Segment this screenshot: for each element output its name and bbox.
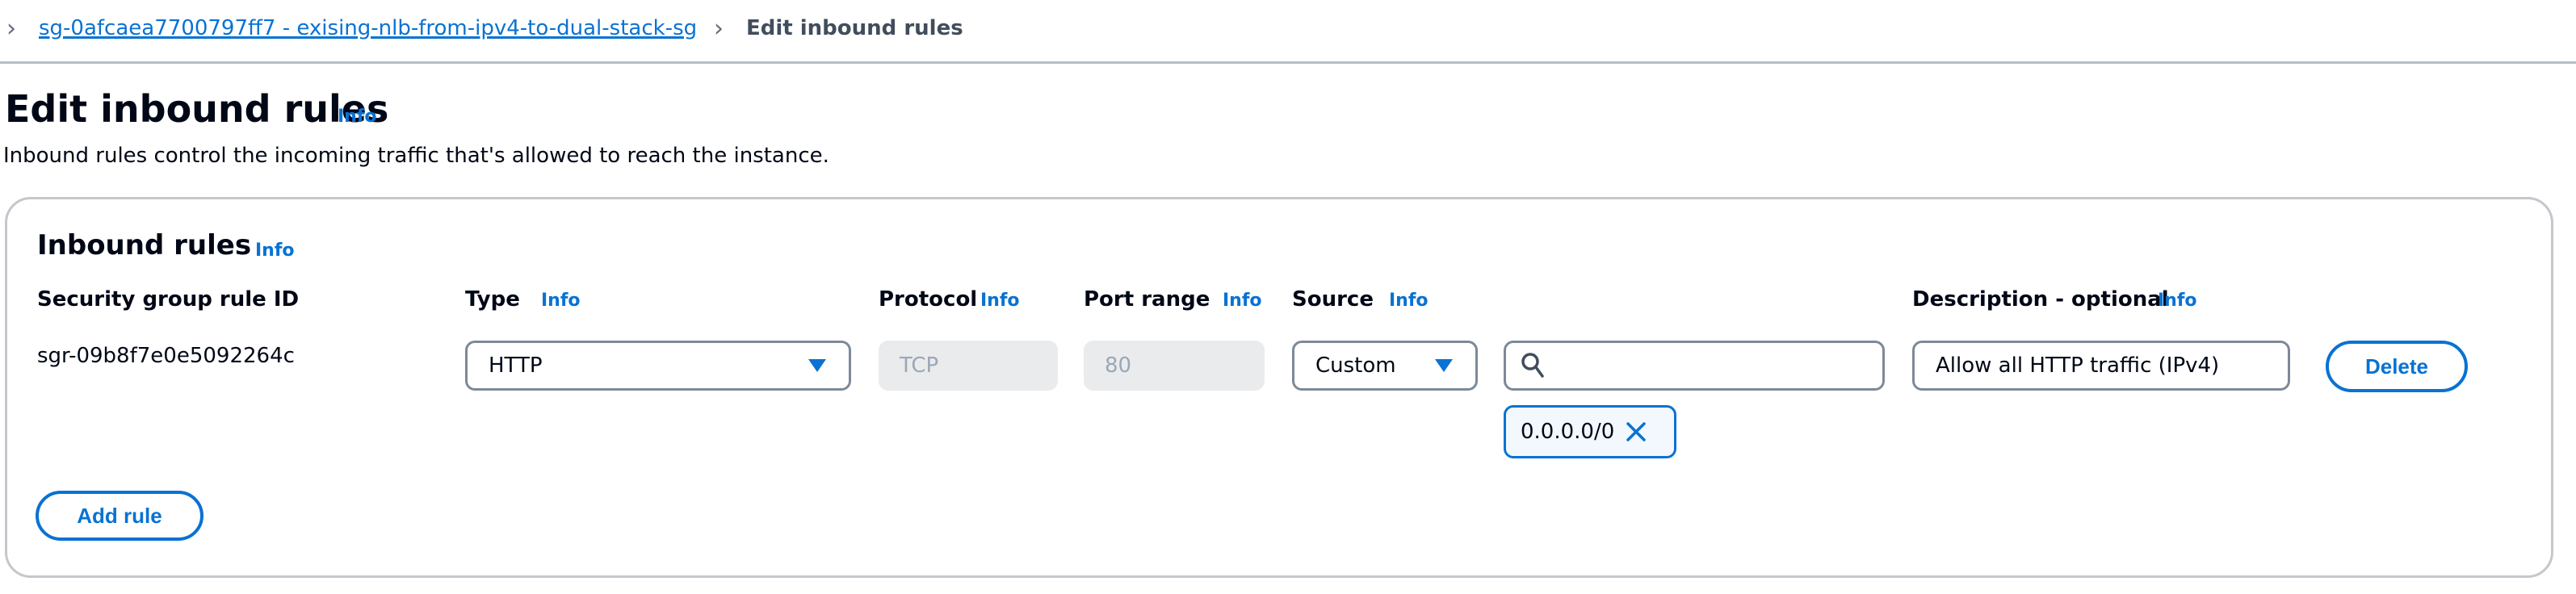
description-value: Allow all HTTP traffic (IPv4) — [1936, 353, 2220, 378]
type-value: HTTP — [489, 353, 543, 378]
panel-title: Inbound rules — [37, 229, 252, 261]
header-port-range: Port range — [1084, 287, 1210, 312]
delete-button[interactable]: Delete — [2326, 341, 2468, 392]
header-rule-id: Security group rule ID — [37, 287, 300, 312]
header-type: Type — [465, 287, 520, 312]
header-protocol: Protocol — [879, 287, 978, 312]
close-icon[interactable] — [1626, 421, 1647, 442]
port-range-info-link[interactable]: Info — [1223, 291, 1262, 311]
description-input[interactable]: Allow all HTTP traffic (IPv4) — [1912, 341, 2290, 391]
breadcrumb-current: Edit inbound rules — [746, 16, 963, 40]
chevron-right-icon: › — [6, 15, 16, 43]
type-info-link[interactable]: Info — [541, 291, 581, 311]
source-info-link[interactable]: Info — [1389, 291, 1429, 311]
caret-down-icon — [1435, 359, 1453, 372]
cidr-token: 0.0.0.0/0 — [1504, 405, 1676, 458]
source-value: Custom — [1315, 353, 1396, 378]
chevron-right-icon: › — [714, 15, 724, 43]
protocol-value: TCP — [900, 353, 939, 378]
port-range-value: 80 — [1105, 353, 1132, 378]
description-info-link[interactable]: Info — [2158, 291, 2197, 311]
breadcrumb-security-group-link[interactable]: sg-0afcaea7700797ff7 - exising-nlb-from-… — [39, 16, 697, 40]
source-select[interactable]: Custom — [1292, 341, 1478, 391]
protocol-info-link[interactable]: Info — [980, 291, 1020, 311]
header-description: Description - optional — [1912, 287, 2169, 312]
caret-down-icon — [808, 359, 826, 372]
header-source: Source — [1292, 287, 1374, 312]
page-description: Inbound rules control the incoming traff… — [3, 144, 829, 168]
protocol-field: TCP — [879, 341, 1058, 391]
cidr-value: 0.0.0.0/0 — [1521, 420, 1615, 444]
search-icon — [1521, 353, 1544, 378]
type-select[interactable]: HTTP — [465, 341, 851, 391]
page-title: Edit inbound rules — [5, 87, 389, 131]
page-info-link[interactable]: Info — [338, 107, 377, 127]
port-range-field: 80 — [1084, 341, 1265, 391]
add-rule-button[interactable]: Add rule — [36, 491, 203, 541]
rule-id: sgr-09b8f7e0e5092264c — [37, 344, 295, 368]
source-search-input[interactable] — [1504, 341, 1885, 391]
divider — [0, 61, 2576, 64]
panel-info-link[interactable]: Info — [255, 241, 295, 261]
